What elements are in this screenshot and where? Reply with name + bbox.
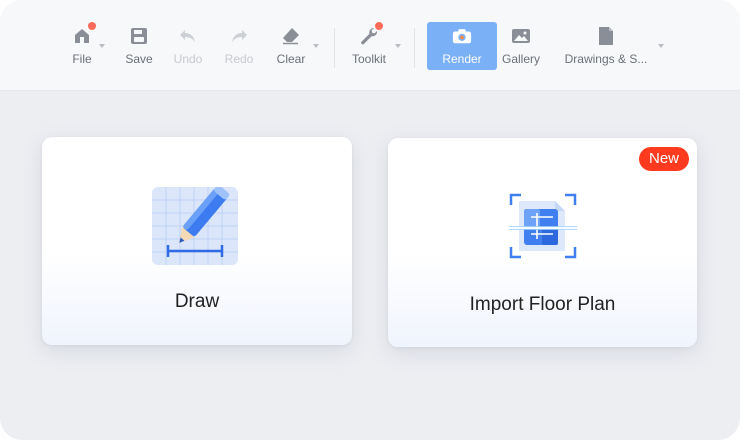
image-icon — [511, 26, 531, 46]
camera-icon — [452, 26, 472, 46]
undo-button[interactable]: Undo — [173, 22, 203, 70]
render-button[interactable]: Render — [427, 22, 497, 70]
undo-icon — [178, 26, 198, 46]
home-icon — [72, 21, 97, 46]
file-menu-button[interactable]: File — [68, 21, 97, 70]
clear-button[interactable]: Clear — [275, 22, 307, 70]
file-label: File — [72, 52, 92, 66]
redo-label: Redo — [224, 52, 254, 66]
drawings-label: Drawings & S... — [564, 52, 648, 66]
notification-dot — [374, 21, 384, 31]
wrench-icon — [359, 21, 384, 46]
gallery-button[interactable]: Gallery — [500, 22, 542, 70]
save-label: Save — [125, 52, 153, 66]
drawings-button[interactable]: Drawings & S... — [560, 22, 652, 70]
file-chevron-down-icon[interactable] — [99, 44, 105, 48]
eraser-icon — [281, 26, 301, 46]
toolbar-divider — [414, 28, 415, 68]
drawings-chevron-down-icon[interactable] — [658, 44, 664, 48]
new-badge: New — [638, 147, 689, 171]
app-window: File Save Undo Redo Clear Toolkit Render… — [0, 0, 740, 440]
import-floor-plan-card[interactable]: New Import Floor Plan — [388, 138, 697, 347]
toolkit-button[interactable]: Toolkit — [348, 21, 390, 70]
redo-icon — [229, 26, 249, 46]
notification-dot — [87, 21, 97, 31]
top-toolbar: File Save Undo Redo Clear Toolkit Render… — [0, 0, 740, 91]
render-label: Render — [442, 52, 482, 66]
import-floor-plan-card-title: Import Floor Plan — [469, 294, 616, 315]
draw-card-title: Draw — [174, 291, 220, 312]
toolkit-chevron-down-icon[interactable] — [395, 44, 401, 48]
toolbar-divider — [334, 28, 335, 68]
pencil-grid-icon — [152, 185, 238, 265]
floor-plan-scan-icon — [509, 193, 577, 259]
toolkit-label: Toolkit — [351, 52, 386, 66]
save-button[interactable]: Save — [124, 22, 154, 70]
gallery-label: Gallery — [501, 52, 540, 66]
draw-card[interactable]: Draw — [42, 137, 352, 345]
save-icon — [129, 26, 149, 46]
redo-button[interactable]: Redo — [224, 22, 254, 70]
clear-chevron-down-icon[interactable] — [313, 44, 319, 48]
undo-label: Undo — [173, 52, 203, 66]
document-icon — [596, 26, 616, 46]
clear-label: Clear — [276, 52, 306, 66]
